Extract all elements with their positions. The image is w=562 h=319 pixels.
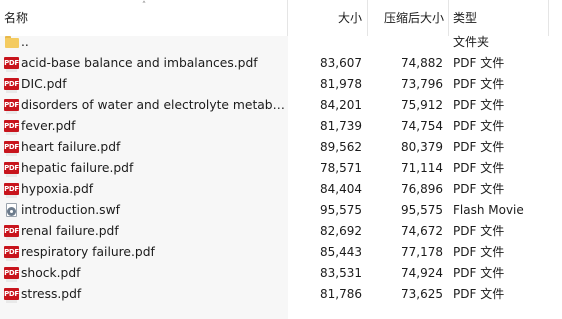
file-compressed-size: 77,178 — [401, 245, 443, 259]
file-size: 84,404 — [320, 182, 362, 196]
file-size: 84,201 — [320, 98, 362, 112]
file-type: PDF 文件 — [453, 287, 505, 301]
pdf-icon: PDF — [4, 223, 20, 240]
pdf-icon: PDF — [4, 244, 20, 261]
file-size: 78,571 — [320, 161, 362, 175]
pdf-icon-label: PDF — [4, 162, 19, 177]
file-row[interactable]: PDF renal failure.pdf 82,692 74,672 PDF 文件 — [0, 221, 562, 242]
file-name: disorders of water and electrolyte metab… — [21, 98, 285, 112]
file-name: respiratory failure.pdf — [21, 245, 155, 259]
pdf-icon-label: PDF — [4, 267, 19, 282]
column-header-compressed-size[interactable]: 压缩后大小 — [368, 0, 444, 36]
pdf-icon-label: PDF — [4, 183, 19, 198]
column-header-type[interactable]: 类型 — [453, 0, 477, 36]
file-type: 文件夹 — [453, 35, 490, 49]
pdf-icon-label: PDF — [4, 57, 19, 72]
pdf-icon-label: PDF — [4, 99, 19, 114]
archive-file-list: ˄ 名称 大小 压缩后大小 类型 .. 文件夹 PDF acid-base balan… — [0, 0, 562, 319]
file-name: shock.pdf — [21, 266, 81, 280]
file-compressed-size: 95,575 — [401, 203, 443, 217]
file-row[interactable]: PDF stress.pdf 81,786 73,625 PDF 文件 — [0, 284, 562, 305]
file-row[interactable]: PDF disorders of water and electrolyte me… — [0, 95, 562, 116]
pdf-icon-label: PDF — [4, 225, 19, 240]
pdf-icon-label: PDF — [4, 141, 19, 156]
file-size: 95,575 — [320, 203, 362, 217]
column-header-name[interactable]: 名称 — [4, 0, 28, 36]
file-size: 83,531 — [320, 266, 362, 280]
file-type: PDF 文件 — [453, 98, 505, 112]
file-size: 82,692 — [320, 224, 362, 238]
pdf-icon-label: PDF — [4, 120, 19, 135]
column-header-bar: ˄ 名称 大小 压缩后大小 类型 — [0, 0, 562, 36]
file-row[interactable]: PDF fever.pdf 81,739 74,754 PDF 文件 — [0, 116, 562, 137]
file-compressed-size: 71,114 — [401, 161, 443, 175]
file-size: 83,607 — [320, 56, 362, 70]
pdf-icon-label: PDF — [4, 78, 19, 93]
file-row[interactable]: introduction.swf 95,575 95,575 Flash Movie — [0, 200, 562, 221]
pdf-icon: PDF — [4, 55, 20, 72]
file-row[interactable]: PDF acid-base balance and imbalances.pdf 8… — [0, 53, 562, 74]
file-row[interactable]: PDF shock.pdf 83,531 74,924 PDF 文件 — [0, 263, 562, 284]
column-header-size[interactable]: 大小 — [288, 0, 362, 36]
file-name: renal failure.pdf — [21, 224, 119, 238]
file-type: PDF 文件 — [453, 140, 505, 154]
file-name: hepatic failure.pdf — [21, 161, 134, 175]
file-name: fever.pdf — [21, 119, 76, 133]
pdf-icon: PDF — [4, 181, 20, 198]
file-name: introduction.swf — [21, 203, 120, 217]
file-compressed-size: 80,379 — [401, 140, 443, 154]
file-size: 81,786 — [320, 287, 362, 301]
file-size: 81,739 — [320, 119, 362, 133]
pdf-icon-label: PDF — [4, 288, 19, 303]
pdf-icon: PDF — [4, 118, 20, 135]
pdf-icon-label: PDF — [4, 246, 19, 261]
sort-ascending-icon: ˄ — [141, 1, 147, 11]
pdf-icon: PDF — [4, 139, 20, 156]
folder-icon — [4, 34, 20, 50]
file-row[interactable]: PDF DIC.pdf 81,978 73,796 PDF 文件 — [0, 74, 562, 95]
file-row[interactable]: PDF hepatic failure.pdf 78,571 71,114 PDF 文件 — [0, 158, 562, 179]
file-type: PDF 文件 — [453, 77, 505, 91]
file-row[interactable]: PDF hypoxia.pdf 84,404 76,896 PDF 文件 — [0, 179, 562, 200]
file-compressed-size: 73,625 — [401, 287, 443, 301]
file-rows: .. 文件夹 PDF acid-base balance and imbalances… — [0, 32, 562, 305]
file-compressed-size: 74,882 — [401, 56, 443, 70]
file-size: 81,978 — [320, 77, 362, 91]
pdf-icon: PDF — [4, 76, 20, 93]
file-type: PDF 文件 — [453, 266, 505, 280]
file-type: PDF 文件 — [453, 119, 505, 133]
file-size: 85,443 — [320, 245, 362, 259]
pdf-icon: PDF — [4, 265, 20, 282]
file-compressed-size: 74,672 — [401, 224, 443, 238]
file-type: PDF 文件 — [453, 56, 505, 70]
file-compressed-size: 76,896 — [401, 182, 443, 196]
file-name: heart failure.pdf — [21, 140, 121, 154]
pdf-icon: PDF — [4, 286, 20, 303]
file-name: DIC.pdf — [21, 77, 67, 91]
file-row[interactable]: PDF heart failure.pdf 89,562 80,379 PDF 文件 — [0, 137, 562, 158]
file-compressed-size: 74,754 — [401, 119, 443, 133]
file-type: PDF 文件 — [453, 245, 505, 259]
file-type: PDF 文件 — [453, 224, 505, 238]
file-compressed-size: 75,912 — [401, 98, 443, 112]
column-divider[interactable] — [448, 0, 449, 36]
file-row[interactable]: .. 文件夹 — [0, 32, 562, 53]
file-name: stress.pdf — [21, 287, 82, 301]
file-name: .. — [21, 35, 29, 49]
column-divider[interactable] — [548, 0, 549, 36]
file-name: acid-base balance and imbalances.pdf — [21, 56, 258, 70]
file-compressed-size: 74,924 — [401, 266, 443, 280]
pdf-icon: PDF — [4, 160, 20, 177]
file-row[interactable]: PDF respiratory failure.pdf 85,443 77,178 PD… — [0, 242, 562, 263]
file-size: 89,562 — [320, 140, 362, 154]
file-name: hypoxia.pdf — [21, 182, 94, 196]
file-compressed-size: 73,796 — [401, 77, 443, 91]
pdf-icon: PDF — [4, 97, 20, 114]
file-type: Flash Movie — [453, 203, 524, 217]
swf-icon — [4, 202, 20, 218]
file-type: PDF 文件 — [453, 161, 505, 175]
file-type: PDF 文件 — [453, 182, 505, 196]
